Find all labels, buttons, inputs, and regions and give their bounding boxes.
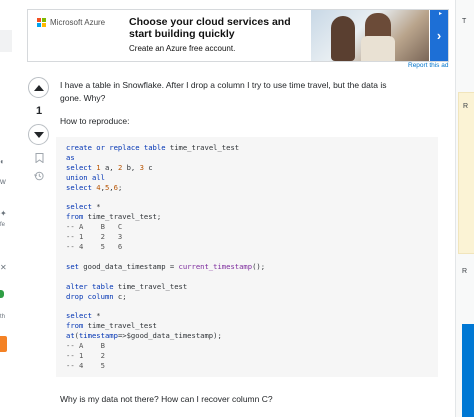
left-nav-text-3[interactable]: th	[0, 314, 5, 320]
vote-column: 1	[28, 77, 50, 181]
right-sidebar-label-2: R	[463, 103, 469, 110]
question-intro: I have a table in Snowflake. After I dro…	[60, 80, 387, 103]
left-sidebar: ◐ w ✦ fe ✕ th	[0, 0, 14, 417]
question-closing: Why is my data not there? How can I reco…	[60, 393, 273, 404]
microsoft-logo-icon	[37, 18, 46, 27]
upvote-button[interactable]	[28, 77, 49, 98]
caret-up-icon	[33, 84, 44, 91]
right-sidebar-yellow-box: R	[458, 92, 474, 254]
left-globe-icon[interactable]: ◐	[0, 158, 5, 166]
left-close-icon[interactable]: ✕	[0, 264, 7, 272]
ad-headline[interactable]: Choose your cloud services and start bui…	[129, 16, 309, 40]
ad-shirt	[361, 36, 395, 61]
left-nav-block[interactable]	[0, 30, 12, 52]
bookmark-icon[interactable]	[34, 153, 44, 164]
vote-count: 1	[35, 105, 43, 117]
left-green-indicator	[0, 290, 4, 298]
left-nav-text-2[interactable]: fe	[0, 222, 5, 228]
ad-close-icon[interactable]: ▸	[439, 11, 445, 17]
left-star-icon[interactable]: ✦	[0, 210, 7, 218]
code-block: create or replace table time_travel_test…	[56, 137, 438, 377]
caret-down-icon	[33, 131, 44, 138]
right-sidebar-blue-ad[interactable]	[462, 324, 474, 417]
ad-banner[interactable]: Microsoft Azure Choose your cloud servic…	[27, 9, 449, 62]
ad-brand: Microsoft Azure	[50, 18, 106, 27]
left-nav-text-1[interactable]: w	[0, 178, 6, 186]
history-icon[interactable]	[34, 171, 44, 181]
question-body: I have a table in Snowflake. After I dro…	[60, 79, 445, 126]
ad-person-1	[331, 16, 355, 61]
left-orange-button[interactable]	[0, 336, 7, 352]
downvote-button[interactable]	[28, 124, 49, 145]
ad-logo: Microsoft Azure	[37, 18, 105, 27]
question-how-to: How to reproduce:	[60, 116, 130, 126]
report-ad-link[interactable]: Report this ad	[408, 62, 448, 69]
right-sidebar-label-3: R	[462, 268, 468, 275]
right-sidebar: T R R	[455, 0, 474, 417]
ad-photo[interactable]	[311, 10, 429, 61]
ad-subtext[interactable]: Create an Azure free account.	[129, 44, 235, 53]
right-sidebar-label-1: T	[462, 18, 467, 25]
chevron-right-icon[interactable]: ›	[430, 10, 448, 61]
